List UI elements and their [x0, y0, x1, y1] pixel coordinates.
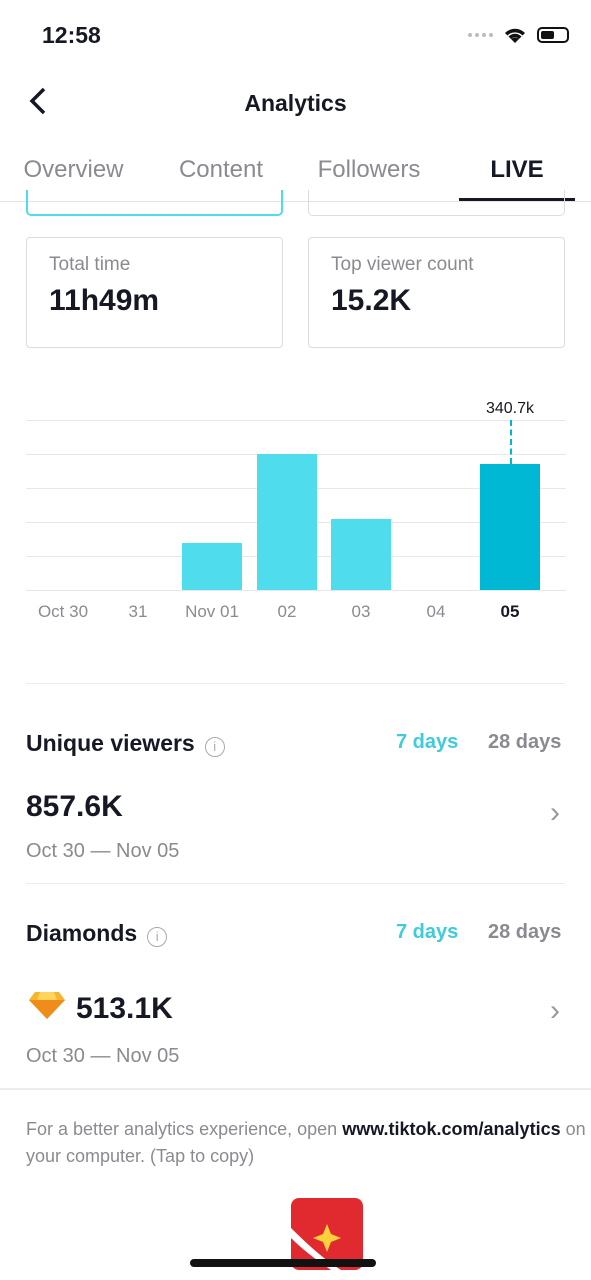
unique-viewers-header: Unique viewers i	[26, 730, 225, 757]
info-icon[interactable]: i	[147, 926, 168, 947]
highlight-marker	[510, 420, 512, 465]
x-tick-label: 03	[351, 602, 371, 621]
stat-card-total-time[interactable]: Total time 11h49m	[26, 237, 283, 348]
gridline	[26, 420, 566, 421]
wifi-icon	[505, 28, 525, 43]
diamonds-value: 513.1K	[76, 992, 173, 1025]
range-28-days[interactable]: 28 days	[488, 731, 561, 754]
stat-value: 15.2K	[331, 284, 412, 317]
bar-02[interactable]	[257, 454, 317, 590]
status-time: 12:58	[42, 22, 101, 48]
bar-nov-01[interactable]	[182, 543, 242, 590]
date-range: Oct 30 — Nov 05	[26, 1045, 180, 1067]
range-28-days[interactable]: 28 days	[488, 921, 561, 944]
divider	[26, 683, 565, 684]
date-range: Oct 30 — Nov 05	[26, 840, 180, 862]
stat-label: Total time	[49, 254, 131, 275]
x-tick-label: 02	[277, 602, 297, 621]
divider	[26, 883, 565, 884]
analytics-url[interactable]: www.tiktok.com/analytics	[342, 1119, 560, 1139]
x-tick-label: 04	[426, 602, 446, 621]
stat-label: Top viewer count	[331, 254, 474, 275]
x-tick-label: Nov 01	[185, 602, 239, 621]
signal-icon	[468, 33, 493, 37]
chevron-right-icon[interactable]: ›	[550, 994, 560, 1028]
info-icon[interactable]: i	[204, 736, 225, 757]
diamonds-header: Diamonds i	[26, 920, 168, 947]
x-tick-label: Oct 30	[37, 602, 89, 621]
home-indicator	[190, 1259, 376, 1267]
bar-05[interactable]	[480, 464, 540, 590]
bar-03[interactable]	[331, 519, 391, 590]
battery-icon	[537, 27, 569, 43]
stat-card-top-viewer-count[interactable]: Top viewer count 15.2K	[308, 237, 565, 348]
section-title: Unique viewers	[26, 730, 195, 756]
stat-card-selected-partial[interactable]	[26, 190, 283, 216]
status-icons	[468, 26, 569, 44]
diamond-icon	[28, 990, 66, 1025]
highlight-label: 340.7k	[485, 400, 535, 417]
analytics-footer-link[interactable]: For a better analytics experience, open …	[26, 1116, 591, 1170]
page-title: Analytics	[244, 90, 347, 116]
gridline	[26, 590, 566, 591]
stat-value: 11h49m	[49, 284, 160, 317]
unique-viewers-value: 857.6K	[26, 790, 123, 823]
x-tick-label: 05	[500, 602, 520, 621]
stat-card-partial[interactable]	[308, 190, 565, 216]
x-tick-label: 31	[128, 602, 148, 621]
footer-text: For a better analytics experience, open	[26, 1119, 343, 1139]
range-7-days[interactable]: 7 days	[396, 731, 458, 754]
divider	[0, 1088, 591, 1090]
section-title: Diamonds	[26, 920, 138, 946]
chevron-right-icon[interactable]: ›	[550, 796, 560, 830]
range-7-days[interactable]: 7 days	[396, 921, 458, 944]
